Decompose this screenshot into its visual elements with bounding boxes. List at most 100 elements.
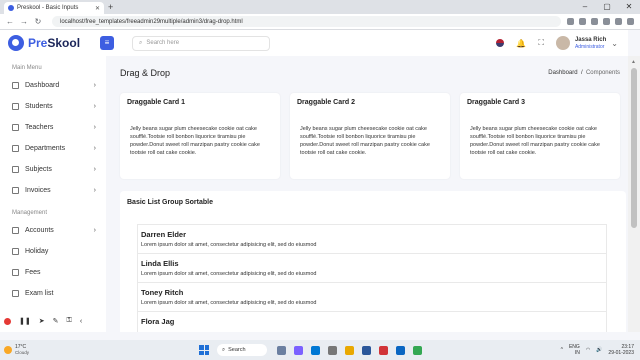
favicon-icon	[8, 5, 14, 11]
scroll-up-icon[interactable]: ▲	[631, 59, 636, 65]
recording-toolbar: ❚❚ ➤ ✎ ⚿ ‹	[0, 314, 106, 328]
new-tab-button[interactable]: +	[108, 2, 113, 12]
volume-icon[interactable]: 🔊	[596, 347, 602, 353]
wifi-icon[interactable]: ◠	[586, 347, 590, 353]
pause-icon[interactable]: ❚❚	[19, 317, 31, 325]
share-icon[interactable]	[567, 18, 574, 25]
accounts-icon	[12, 227, 19, 234]
sidebar-item-invoices[interactable]: Invoices ›	[0, 180, 106, 201]
students-icon	[12, 103, 19, 110]
breadcrumb-separator: /	[579, 70, 585, 76]
back-icon[interactable]: ←	[6, 17, 14, 26]
fees-icon	[12, 269, 19, 276]
list-item[interactable]: Linda Ellis Lorem ipsum dolor sit amet, …	[137, 253, 607, 282]
notification-bell-icon[interactable]: 🔔	[516, 39, 526, 48]
list-item[interactable]: Darren Elder Lorem ipsum dolor sit amet,…	[137, 224, 607, 253]
browser-tab-title: Preskool - Basic Inputs	[17, 5, 79, 11]
sidebar-item-accounts[interactable]: Accounts ›	[0, 220, 106, 241]
list-item-name: Darren Elder	[141, 230, 187, 239]
clock-date: 29-01-2023	[608, 350, 634, 356]
collapse-icon[interactable]: ‹	[80, 318, 82, 325]
list-item-name: Flora Jag	[141, 317, 175, 326]
card-body: Jelly beans sugar plum cheesecake cookie…	[130, 126, 260, 156]
menu-toggle-button[interactable]: ≡	[100, 36, 114, 50]
clock[interactable]: 23:17 29-01-2023	[608, 344, 634, 356]
list-item-desc: Lorem ipsum dolor sit amet, consectetur …	[141, 300, 317, 306]
sidebar-item-subjects[interactable]: Subjects ›	[0, 159, 106, 180]
tray-chevron-icon[interactable]: ^	[561, 347, 563, 353]
sidebar-item-students[interactable]: Students ›	[0, 96, 106, 117]
breadcrumb-link[interactable]: Dashboard	[548, 70, 577, 76]
language-indicator[interactable]: ENG IN	[569, 344, 580, 356]
scrollbar-thumb[interactable]	[631, 68, 637, 228]
extension-icon[interactable]	[591, 18, 598, 25]
sidebar-item-label: Fees	[25, 269, 41, 276]
close-window-button[interactable]: ✕	[618, 0, 640, 14]
mail-icon[interactable]	[362, 345, 372, 355]
star-icon[interactable]	[579, 18, 586, 25]
puzzle-icon[interactable]	[603, 18, 610, 25]
search-input[interactable]: ⌕ Search here	[132, 35, 270, 51]
close-tab-icon[interactable]: ✕	[95, 5, 100, 12]
user-menu[interactable]: Jassa Rich Administrator ⌄	[555, 36, 618, 50]
list-item[interactable]: Flora Jag	[137, 311, 607, 332]
more-icon[interactable]	[627, 18, 634, 25]
browser-address-bar: ← → ↻ localhost/free_templates/freeadmin…	[0, 14, 640, 30]
taskbar-apps	[277, 345, 423, 355]
draggable-card-3[interactable]: Draggable Card 3 Jelly beans sugar plum …	[460, 93, 620, 179]
fullscreen-icon[interactable]: ⛶	[538, 38, 544, 48]
search-icon: ⌕	[222, 346, 226, 353]
minimize-button[interactable]: –	[574, 0, 596, 14]
profile-icon[interactable]	[615, 18, 622, 25]
region-text: IN	[574, 350, 580, 356]
record-icon[interactable]	[4, 317, 11, 325]
taskbar-search[interactable]: ⌕ Search	[217, 344, 268, 356]
list-item-desc: Lorem ipsum dolor sit amet, consectetur …	[141, 271, 317, 277]
page-scrollbar[interactable]: ▲	[628, 56, 640, 332]
url-text: localhost/free_templates/freeadmin29mult…	[60, 18, 243, 25]
user-role: Administrator	[574, 43, 605, 50]
list-item-name: Linda Ellis	[141, 259, 179, 268]
vscode-icon[interactable]	[396, 345, 406, 355]
sidebar-item-label: Teachers	[25, 124, 54, 131]
pointer-icon[interactable]: ➤	[39, 317, 45, 325]
sidebar-item-fees[interactable]: Fees	[0, 262, 106, 283]
header-actions: 🔔 ⛶ Jassa Rich Administrator ⌄	[496, 36, 628, 50]
window-controls: – ▢ ✕	[574, 0, 640, 14]
book-icon	[12, 166, 19, 173]
teams-icon[interactable]	[294, 345, 304, 355]
sidebar-item-departments[interactable]: Departments ›	[0, 138, 106, 159]
url-input[interactable]: localhost/free_templates/freeadmin29mult…	[52, 16, 561, 27]
chrome-icon[interactable]	[413, 345, 423, 355]
sidebar-item-dashboard[interactable]: Dashboard ›	[0, 75, 106, 96]
sidebar-item-teachers[interactable]: Teachers ›	[0, 117, 106, 138]
language-flag-icon[interactable]	[496, 39, 505, 47]
card-body: Jelly beans sugar plum cheesecake cookie…	[300, 126, 430, 156]
weather-icon	[4, 346, 12, 354]
draggable-card-2[interactable]: Draggable Card 2 Jelly beans sugar plum …	[290, 93, 450, 179]
list-item[interactable]: Toney Ritch Lorem ipsum dolor sit amet, …	[137, 282, 607, 311]
sidebar-item-holiday[interactable]: Holiday	[0, 241, 106, 262]
maximize-button[interactable]: ▢	[596, 0, 618, 14]
sortable-list-card: Basic List Group Sortable Darren Elder L…	[120, 191, 626, 332]
windows-start-icon[interactable]	[199, 345, 210, 355]
pen-icon[interactable]: ✎	[53, 317, 59, 325]
lock-icon[interactable]: ⚿	[66, 317, 71, 325]
task-view-icon[interactable]	[277, 345, 287, 355]
app-icon[interactable]	[379, 345, 389, 355]
sidebar-item-exam-list[interactable]: Exam list	[0, 283, 106, 304]
edge-icon[interactable]	[311, 345, 321, 355]
os-taskbar: 17°C Cloudy ⌕ Search ^ ENG IN ◠ 🔊 23:17 …	[0, 340, 640, 360]
file-explorer-icon[interactable]	[345, 345, 355, 355]
settings-gear-icon[interactable]	[328, 345, 338, 355]
chevron-right-icon: ›	[93, 82, 96, 89]
browser-tab[interactable]: Preskool - Basic Inputs ✕	[4, 2, 104, 14]
reload-icon[interactable]: ↻	[34, 17, 42, 26]
weather-widget[interactable]: 17°C Cloudy	[0, 344, 29, 356]
taskbar-search-label: Search	[228, 347, 246, 353]
page-title: Drag & Drop	[120, 68, 171, 78]
draggable-card-1[interactable]: Draggable Card 1 Jelly beans sugar plum …	[120, 93, 280, 179]
forward-icon[interactable]: →	[20, 17, 28, 26]
logo[interactable]: PreSkool	[0, 35, 106, 51]
chevron-down-icon: ⌄	[611, 38, 618, 48]
